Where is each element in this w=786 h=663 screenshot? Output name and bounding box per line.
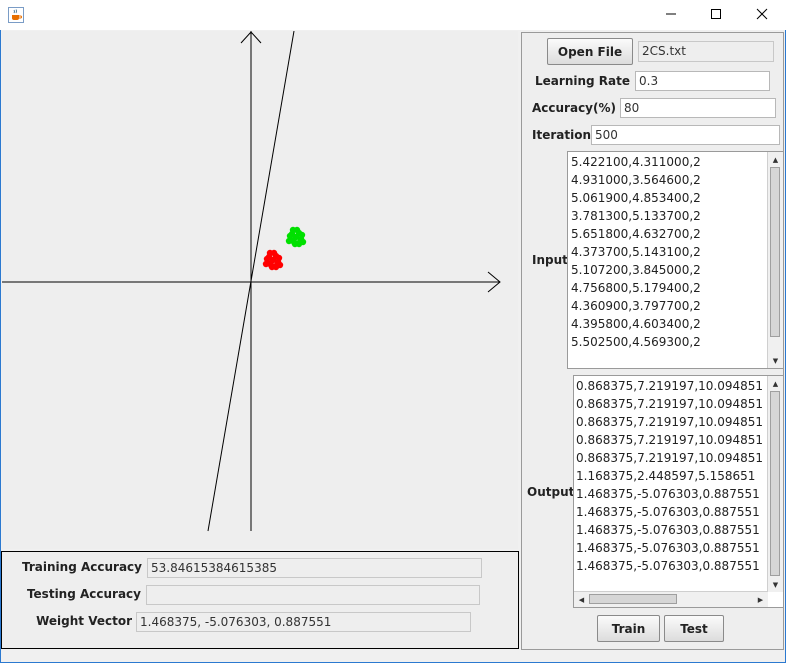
testing-accuracy-label: Testing Accuracy (26, 587, 141, 601)
input-line: 5.651800,4.632700,2 (571, 227, 701, 241)
java-coffee-cup-icon (8, 7, 24, 23)
output-horizontal-scrollbar[interactable]: ◀ ▶ (574, 591, 768, 607)
scroll-up-arrow-icon[interactable]: ▲ (768, 376, 783, 391)
input-line: 4.931000,3.564600,2 (571, 173, 701, 187)
scroll-right-arrow-icon[interactable]: ▶ (753, 592, 768, 607)
input-line: 3.781300,5.133700,2 (571, 209, 701, 223)
green-class-points (285, 226, 307, 248)
green-class-point (295, 240, 303, 248)
minimize-icon (665, 8, 677, 23)
input-textarea[interactable]: 5.422100,4.311000,2 4.931000,3.564600,2 5.… (567, 151, 784, 369)
output-line: 1.468375,-5.076303,0.887551 (576, 505, 760, 519)
scroll-down-arrow-icon[interactable]: ▼ (768, 353, 783, 368)
input-line: 5.502500,4.569300,2 (571, 335, 701, 349)
input-line: 5.061900,4.853400,2 (571, 191, 701, 205)
red-class-points (262, 249, 284, 271)
weight-vector-label: Weight Vector (36, 614, 132, 628)
output-label: Output (527, 485, 575, 499)
accuracy-label: Accuracy(%) (532, 101, 616, 115)
test-button[interactable]: Test (664, 615, 724, 642)
red-class-point (275, 254, 283, 262)
output-line: 0.868375,7.219197,10.094851 (576, 379, 764, 393)
output-line: 0.868375,7.219197,10.094851 (576, 397, 764, 411)
close-button[interactable] (739, 0, 785, 30)
train-button[interactable]: Train (597, 615, 660, 642)
input-line: 4.395800,4.603400,2 (571, 317, 701, 331)
scroll-thumb[interactable] (770, 391, 780, 576)
input-line: 5.422100,4.311000,2 (571, 155, 701, 169)
input-line: 4.373700,5.143100,2 (571, 245, 701, 259)
close-icon (756, 8, 768, 23)
input-line: 4.360900,3.797700,2 (571, 299, 701, 313)
iteration-input[interactable]: 500 (591, 125, 780, 145)
window-bottom-edge (1, 651, 785, 662)
red-class-point (262, 260, 270, 268)
open-file-button[interactable]: Open File (547, 38, 633, 65)
maximize-icon (710, 8, 722, 23)
accuracy-input[interactable]: 80 (620, 98, 776, 118)
output-textarea[interactable]: 0.868375,7.219197,10.094851 0.868375,7.21… (573, 375, 784, 608)
output-line: 1.468375,-5.076303,0.887551 (576, 487, 760, 501)
green-class-point (298, 231, 306, 239)
input-line: 5.107200,3.845000,2 (571, 263, 701, 277)
plot-svg (2, 30, 501, 532)
input-label: Input (532, 253, 568, 267)
iteration-label: Iteration (532, 128, 591, 142)
training-accuracy-label: Training Accuracy (22, 560, 142, 574)
scroll-thumb[interactable] (770, 167, 780, 337)
learning-rate-label: Learning Rate (535, 74, 630, 88)
output-line: 0.868375,7.219197,10.094851 (576, 451, 764, 465)
output-line: 1.468375,-5.076303,0.887551 (576, 523, 760, 537)
red-class-point (266, 249, 274, 257)
green-class-point (289, 226, 297, 234)
learning-rate-input[interactable]: 0.3 (635, 71, 770, 91)
output-line: 0.868375,7.219197,10.094851 (576, 433, 764, 447)
scroll-up-arrow-icon[interactable]: ▲ (768, 152, 783, 167)
file-name-field: 2CS.txt (638, 41, 774, 62)
minimize-button[interactable] (648, 0, 694, 30)
red-class-point (272, 263, 280, 271)
input-line: 4.756800,5.179400,2 (571, 281, 701, 295)
horizontal-scroll-thumb[interactable] (589, 594, 677, 604)
input-vertical-scrollbar[interactable]: ▲ ▼ (767, 152, 783, 368)
output-line: 1.468375,-5.076303,0.887551 (576, 541, 760, 555)
green-class-point (285, 237, 293, 245)
results-panel: Training Accuracy 53.84615384615385 Test… (1, 551, 519, 649)
maximize-button[interactable] (693, 0, 739, 30)
training-accuracy-field[interactable]: 53.84615384615385 (147, 558, 482, 578)
scroll-left-arrow-icon[interactable]: ◀ (574, 592, 589, 607)
testing-accuracy-field[interactable] (146, 585, 480, 605)
title-bar (0, 0, 786, 30)
output-line: 1.468375,-5.076303,0.887551 (576, 559, 760, 573)
control-panel: Open File 2CS.txt Learning Rate 0.3 Accu… (521, 32, 784, 650)
weight-vector-field[interactable]: 1.468375, -5.076303, 0.887551 (136, 612, 471, 632)
input-lines: 5.422100,4.311000,2 4.931000,3.564600,2 5.… (571, 153, 701, 351)
plot-canvas (2, 30, 518, 549)
output-vertical-scrollbar[interactable]: ▲ ▼ (767, 376, 783, 592)
output-line: 0.868375,7.219197,10.094851 (576, 415, 764, 429)
scroll-down-arrow-icon[interactable]: ▼ (768, 577, 783, 592)
output-lines: 0.868375,7.219197,10.094851 0.868375,7.21… (576, 377, 763, 575)
output-line: 1.168375,2.448597,5.158651 (576, 469, 756, 483)
